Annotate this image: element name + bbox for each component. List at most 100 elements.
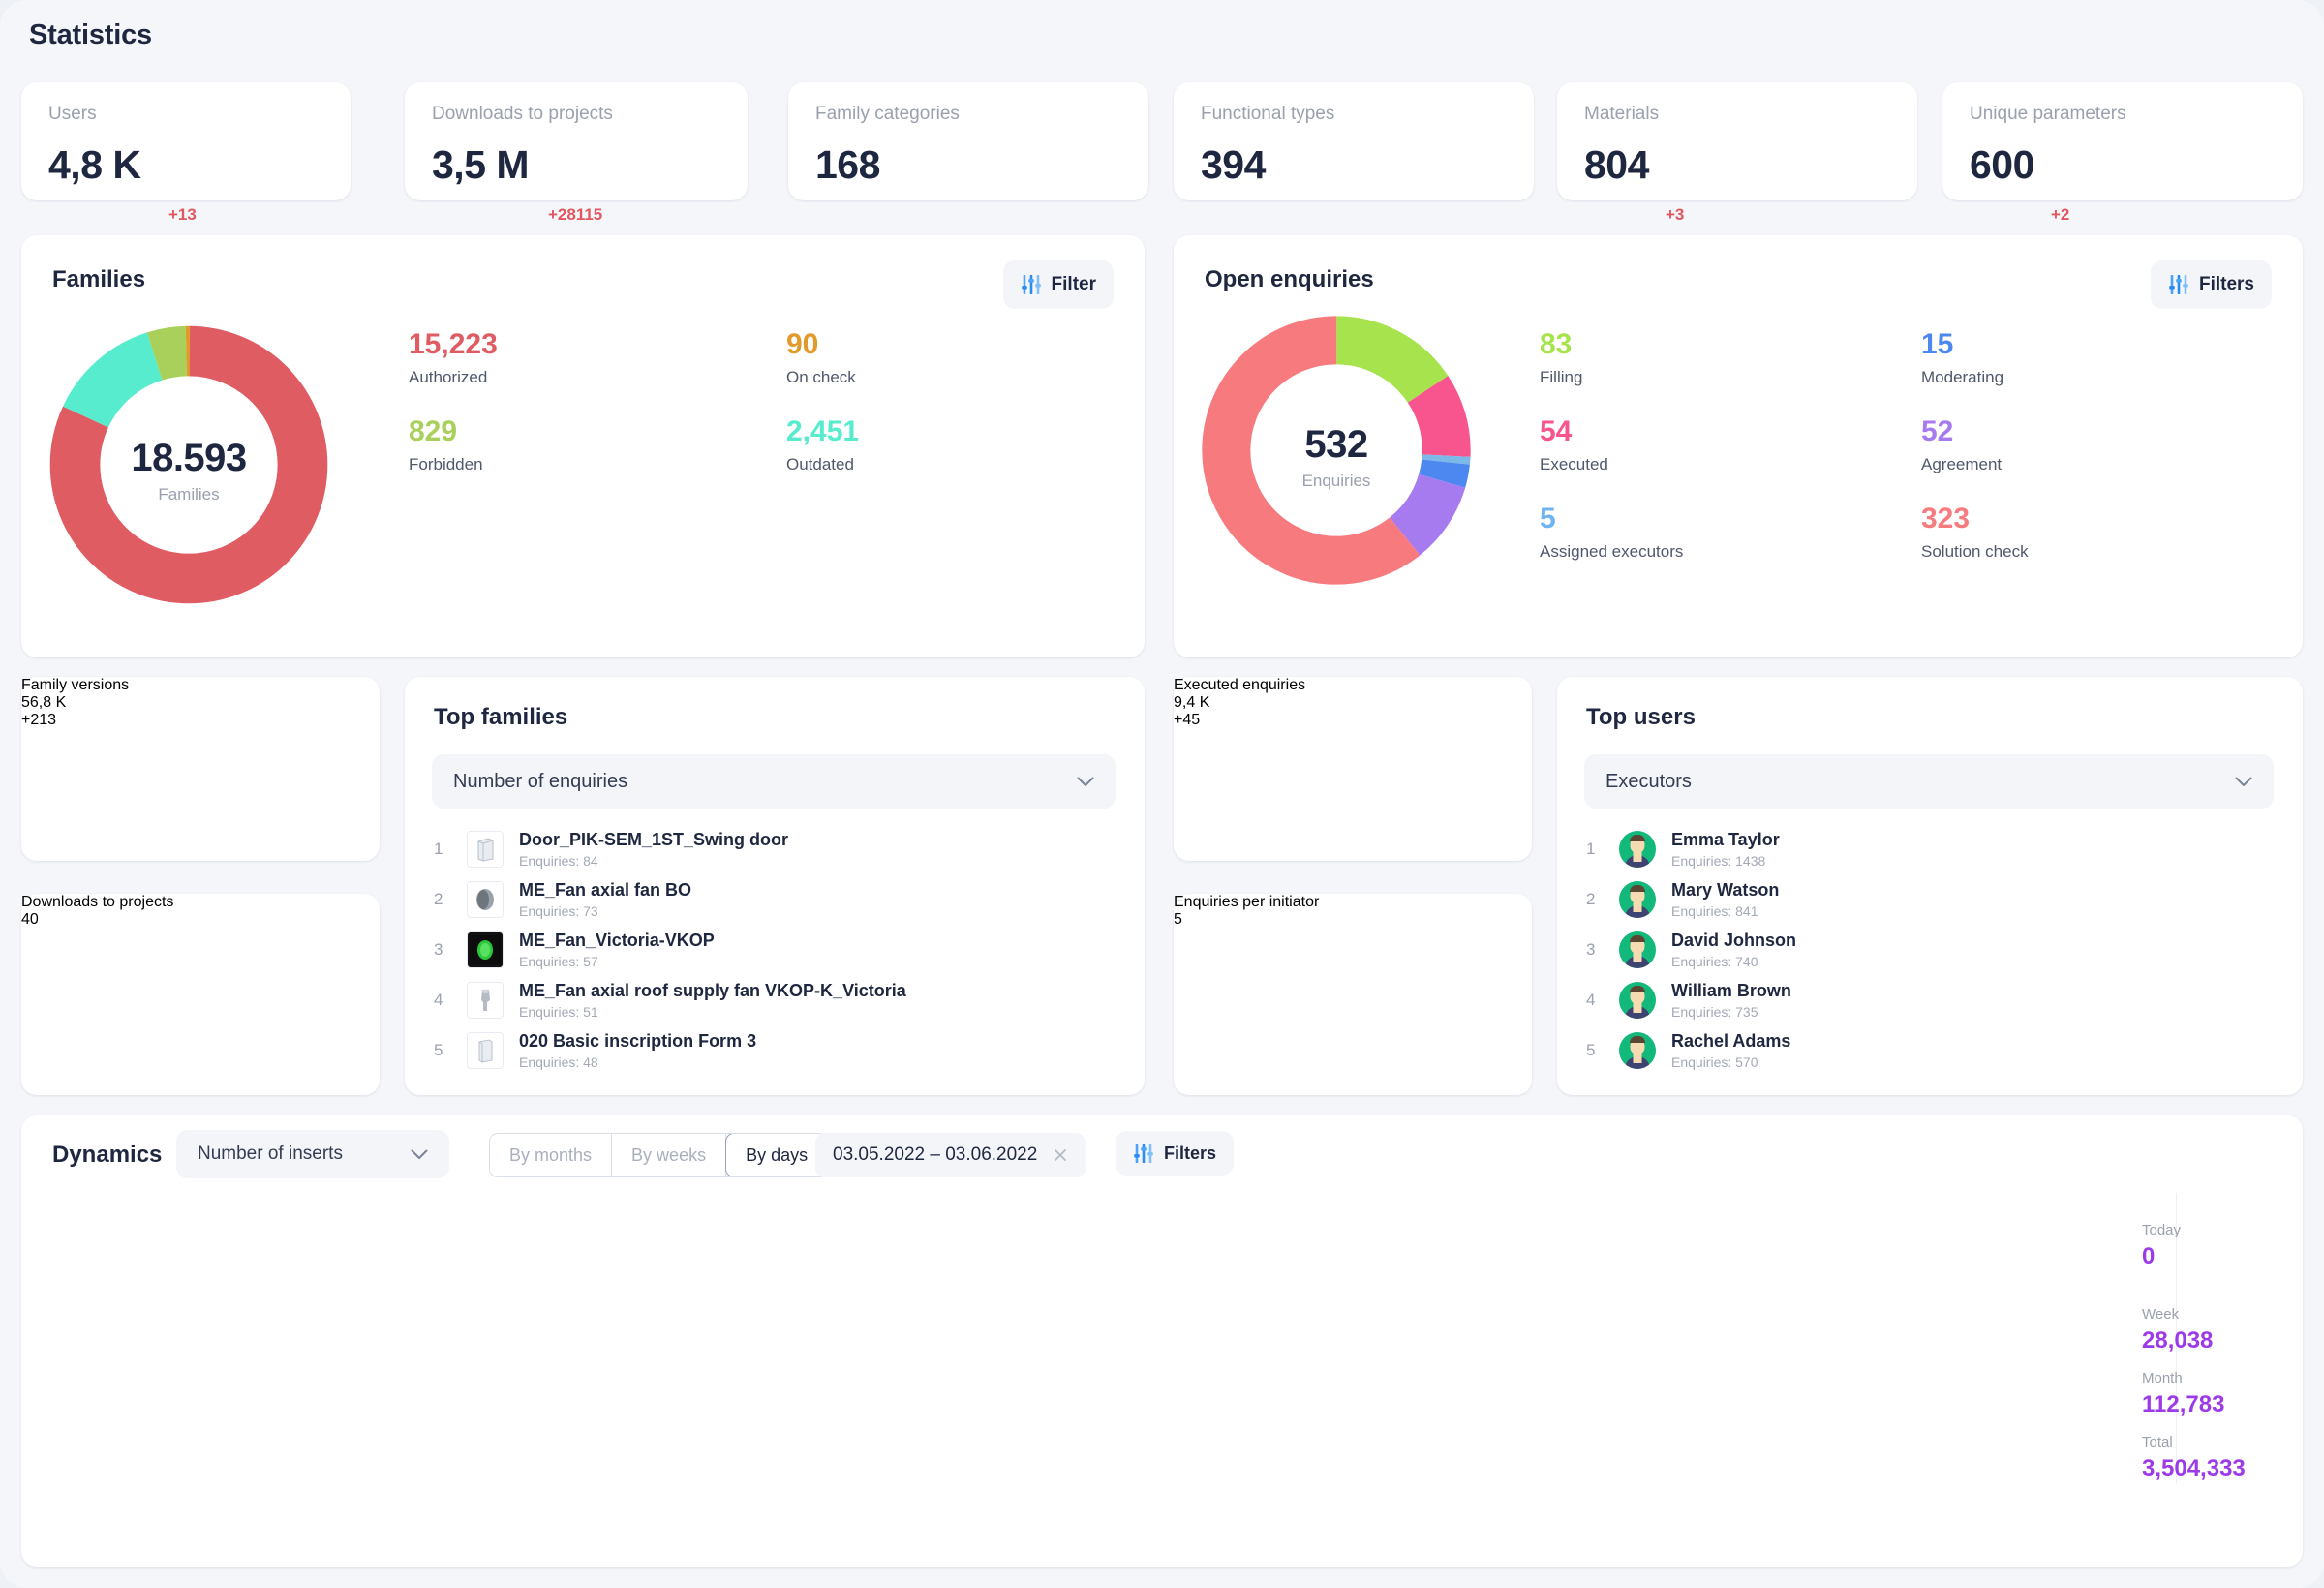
open-enquiries-donut-chart: 532 Enquiries	[1191, 305, 1482, 596]
legend-value: 54	[1540, 415, 1573, 447]
kpi-value: 804	[1584, 142, 1649, 187]
summary-value-week: 28,038	[2142, 1328, 2214, 1354]
family-versions-card[interactable]: Family versions 56,8 K +213	[21, 677, 380, 861]
downloads-to-projects-card[interactable]: Downloads to projects 40	[21, 894, 380, 1095]
kpi-card-unique-parameters[interactable]: Unique parameters 600 +2	[1942, 82, 2303, 223]
legend-label: Outdated	[786, 455, 854, 473]
kpi-delta: +2	[2051, 205, 2070, 224]
card-label: Downloads to projects	[21, 894, 174, 910]
legend-value: 15	[1921, 328, 1954, 360]
legend-label: Agreement	[1921, 455, 2003, 473]
executed-enquiries-card[interactable]: Executed enquiries 9,4 K +45	[1174, 677, 1532, 861]
card-value: 5	[1174, 911, 1182, 928]
family-thumbnail	[467, 982, 504, 1019]
list-item[interactable]: John Davids	[1586, 1076, 2279, 1078]
chevron-down-icon	[1077, 777, 1094, 786]
family-name: ME_Fan axial roof supply fan VKOP-K_Vict…	[519, 981, 906, 1001]
kpi-value: 394	[1201, 142, 1266, 187]
list-item[interactable]: 2 Mary Watson Enquiries: 841	[1586, 874, 2279, 925]
rank-index: 2	[1586, 890, 1596, 908]
families-filter-button[interactable]: Filter	[1002, 260, 1114, 309]
kpi-delta: +28115	[548, 205, 603, 224]
summary-label-total: Total	[2142, 1434, 2173, 1451]
avatar	[1619, 982, 1656, 1019]
top-families-select-value: Number of enquiries	[453, 770, 628, 792]
open-enquiries-legend-moderating: 15 Moderating	[1921, 330, 2003, 387]
list-item[interactable]: 4 ME_Fan axial roof supply fan VKOP-K_Vi…	[434, 975, 1123, 1025]
legend-value: 323	[1921, 503, 1971, 534]
card-label: Executed enquiries	[1174, 677, 1306, 693]
kpi-card-materials[interactable]: Materials 804 +3	[1557, 82, 1917, 223]
open-enquiries-filters-label: Filters	[2198, 274, 2254, 294]
card-value: 9,4 K	[1174, 694, 1210, 711]
user-name: Emma Taylor	[1671, 830, 1780, 850]
families-legend-on-check: 90 On check	[786, 330, 856, 387]
list-item[interactable]: 2 ME_Fan axial fan BO Enquiries: 73	[434, 874, 1123, 925]
roof-fan-icon	[481, 989, 490, 1011]
kpi-card-users[interactable]: Users 4,8 K +13	[21, 82, 351, 223]
summary-label-month: Month	[2142, 1370, 2183, 1387]
top-users-panel: Top users Executors 1 Emma Taylor Enquir…	[1557, 677, 2303, 1095]
summary-label-week: Week	[2142, 1306, 2180, 1323]
list-item[interactable]: 1 Door_PIK-SEM_1ST_Swing door Enquiries:…	[434, 824, 1123, 874]
enquiries-per-initiator-card[interactable]: Enquiries per initiator 5	[1174, 894, 1532, 1095]
top-families-select[interactable]: Number of enquiries	[432, 754, 1116, 809]
door-icon	[478, 1039, 493, 1063]
kpi-card-functional-types[interactable]: Functional types 394	[1174, 82, 1534, 200]
family-enquiries: Enquiries: 84	[519, 852, 598, 869]
fan-green-icon	[470, 935, 501, 964]
families-legend-outdated: 2,451 Outdated	[786, 417, 859, 474]
rank-index: 1	[1586, 840, 1596, 858]
user-name: David Johnson	[1671, 931, 1797, 951]
open-enquiries-donut-center-label: Enquiries	[1301, 472, 1371, 490]
card-label: Enquiries per initiator	[1174, 894, 1320, 910]
open-enquiries-filters-button[interactable]: Filters	[2150, 260, 2272, 309]
top-users-list: 1 Emma Taylor Enquiries: 1438 2 Mary Wat…	[1586, 824, 2279, 1078]
family-enquiries: Enquiries: 57	[519, 953, 598, 969]
user-enquiries: Enquiries: 735	[1671, 1003, 1758, 1020]
open-enquiries-donut-center-value: 532	[1304, 423, 1368, 466]
list-item[interactable]: 3 David Johnson Enquiries: 740	[1586, 925, 2279, 975]
kpi-value: 600	[1970, 142, 2034, 187]
family-name: Door_PIK-SEM_1ST_Swing door	[519, 830, 789, 850]
kpi-card-downloads-to-projects[interactable]: Downloads to projects 3,5 M +28115	[405, 82, 748, 223]
user-enquiries: Enquiries: 570	[1671, 1054, 1758, 1070]
rank-index: 4	[434, 991, 443, 1009]
legend-label: Forbidden	[409, 455, 483, 473]
top-families-list: 1 Door_PIK-SEM_1ST_Swing door Enquiries:…	[434, 824, 1123, 1078]
top-users-title: Top users	[1586, 704, 1696, 730]
list-item[interactable]: 4 William Brown Enquiries: 735	[1586, 975, 2279, 1025]
legend-value: 83	[1540, 328, 1573, 360]
legend-label: Executed	[1540, 455, 1608, 473]
kpi-label: Unique parameters	[1970, 104, 2126, 124]
rank-index: 3	[1586, 940, 1596, 959]
list-item[interactable]: Door_PIK-SEM_1ST_Swing door	[434, 1076, 1123, 1078]
kpi-card-family-categories[interactable]: Family categories 168	[788, 82, 1148, 200]
list-item[interactable]: 5 Rachel Adams Enquiries: 570	[1586, 1025, 2279, 1076]
avatar	[1619, 931, 1656, 968]
open-enquiries-legend-filling: 83 Filling	[1540, 330, 1582, 387]
kpi-label: Downloads to projects	[432, 104, 613, 124]
legend-value: 90	[786, 328, 819, 360]
card-value: 56,8 K	[21, 694, 67, 711]
kpi-label: Users	[48, 104, 97, 124]
kpi-delta: +13	[168, 205, 197, 224]
family-thumbnail	[467, 1032, 504, 1069]
rank-index: 5	[434, 1041, 443, 1059]
rank-index: 1	[434, 840, 443, 858]
family-name: 020 Basic inscription Form 3	[519, 1031, 757, 1052]
list-item[interactable]: 5 020 Basic inscription Form 3 Enquiries…	[434, 1025, 1123, 1076]
kpi-delta: +3	[1666, 205, 1685, 224]
family-name: ME_Fan_Victoria-VKOP	[519, 931, 715, 951]
families-title: Families	[52, 266, 146, 292]
legend-label: Assigned executors	[1540, 542, 1684, 561]
list-item[interactable]: 3 ME_Fan_Victoria-VKOP Enquiries: 57	[434, 925, 1123, 975]
family-enquiries: Enquiries: 73	[519, 902, 598, 919]
statistics-dashboard: Statistics Users 4,8 K +13 Downloads to …	[0, 0, 2324, 1588]
user-name: Rachel Adams	[1671, 1031, 1791, 1052]
kpi-value: 168	[815, 142, 880, 187]
summary-value-today: 0	[2142, 1243, 2156, 1269]
list-item[interactable]: 1 Emma Taylor Enquiries: 1438	[1586, 824, 2279, 874]
family-name: ME_Fan axial fan BO	[519, 880, 692, 901]
top-users-select[interactable]: Executors	[1584, 754, 2274, 809]
